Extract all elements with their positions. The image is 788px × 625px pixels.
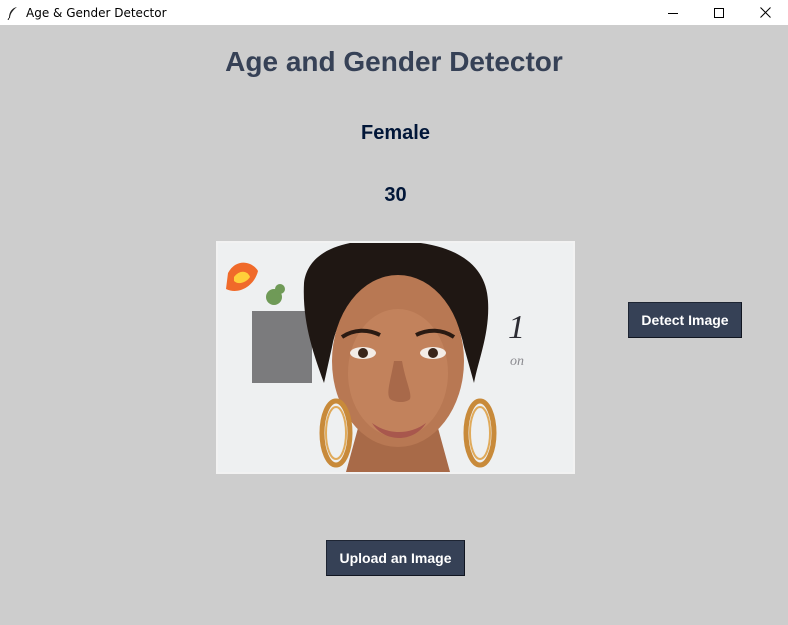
window-title: Age & Gender Detector [26, 5, 167, 20]
maximize-icon [714, 7, 724, 18]
upload-image-button[interactable]: Upload an Image [326, 540, 465, 576]
svg-text:1: 1 [508, 309, 525, 346]
uploaded-image: 1 on [216, 241, 575, 474]
close-icon [759, 7, 771, 18]
detect-image-button[interactable]: Detect Image [628, 302, 742, 338]
window-titlebar[interactable]: Age & Gender Detector [0, 0, 788, 25]
gender-result-label: Female [361, 122, 430, 144]
close-button[interactable] [742, 0, 788, 25]
age-result-label: 30 [384, 184, 407, 206]
minimize-button[interactable] [650, 0, 696, 25]
feather-icon [6, 6, 20, 20]
svg-text:on: on [510, 354, 524, 369]
app-window-body: Age and Gender Detector Female 30 1 on D… [0, 25, 788, 625]
minimize-icon [668, 12, 678, 14]
window-controls [650, 0, 788, 25]
maximize-button[interactable] [696, 0, 742, 25]
page-title: Age and Gender Detector [225, 46, 563, 77]
